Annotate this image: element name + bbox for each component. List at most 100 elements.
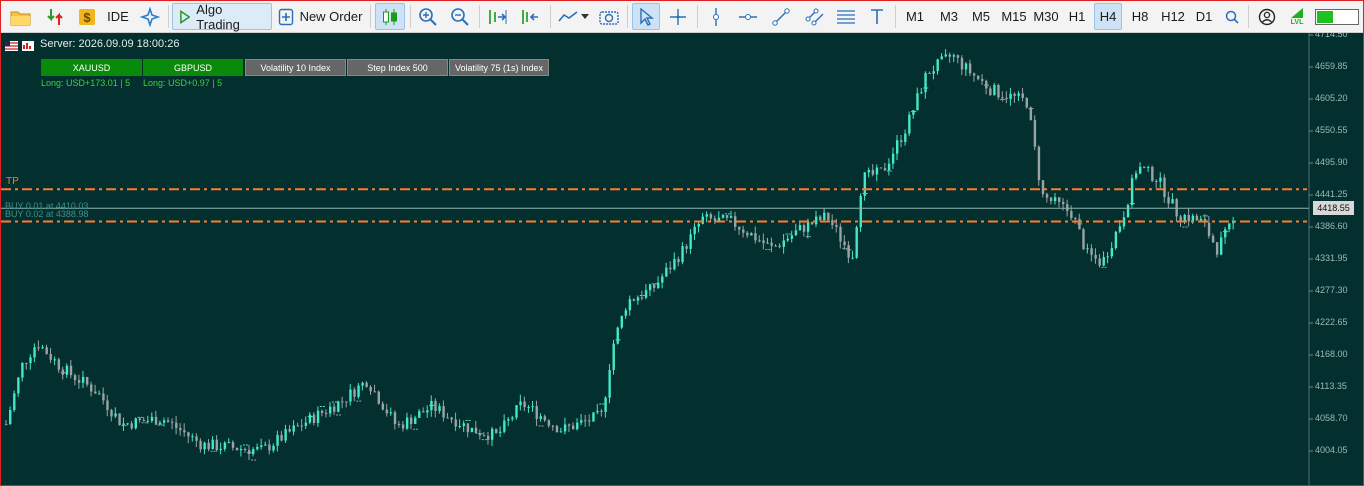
candle-body (284, 429, 287, 441)
candle-body (207, 442, 210, 450)
horizontal-line-icon[interactable] (734, 3, 762, 30)
cursor-arrow-icon[interactable] (632, 3, 660, 30)
candle-body (381, 403, 385, 410)
screenshot-camera-icon[interactable] (596, 3, 622, 30)
symbol-button-volatility-10[interactable]: Volatility 10 Index (245, 59, 346, 76)
candle-body (268, 444, 271, 451)
candle-body (543, 416, 547, 421)
search-icon[interactable] (1220, 3, 1244, 30)
candle-body (928, 72, 931, 74)
symbol-button-step-index-500[interactable]: Step Index 500 (347, 59, 448, 76)
candle-body (1224, 229, 1227, 238)
timeframe-h12[interactable]: H12 (1157, 3, 1189, 30)
candle-body (69, 365, 73, 376)
candle-body (1114, 231, 1118, 249)
symbol-button-gbpusd[interactable]: GBPUSD (143, 59, 243, 76)
play-icon (180, 9, 191, 24)
candle-body (45, 347, 48, 355)
candle-body (98, 393, 101, 395)
open-folder-icon[interactable] (6, 3, 36, 30)
chart-shift-icon[interactable] (483, 3, 511, 30)
timeframe-m15[interactable]: M15 (998, 3, 1030, 30)
candle-body (685, 246, 688, 249)
candle-body (438, 406, 441, 412)
candle-body (252, 449, 255, 454)
algo-trading-button[interactable]: Algo Trading (172, 2, 272, 32)
candle-body (887, 163, 891, 171)
candle-body (697, 223, 700, 227)
candle-body (604, 397, 607, 412)
candlestick-chart-icon[interactable] (375, 3, 405, 30)
timeframe-m3[interactable]: M3 (934, 3, 964, 30)
candle-body (742, 229, 745, 233)
candle-body (1062, 201, 1065, 205)
candle-body (624, 310, 628, 316)
vertical-line-icon[interactable] (702, 3, 730, 30)
timeframe-m1[interactable]: M1 (900, 3, 930, 30)
timeframe-d1[interactable]: D1 (1190, 3, 1218, 30)
text-tool-icon[interactable] (864, 3, 890, 30)
auto-scroll-icon[interactable] (515, 3, 545, 30)
timeframe-m30[interactable]: M30 (1030, 3, 1062, 30)
symbol-button-volatility-75-1s[interactable]: Volatility 75 (1s) Index (449, 59, 549, 76)
timeframe-m5[interactable]: M5 (966, 3, 996, 30)
ide-button[interactable]: IDE (104, 3, 132, 30)
candle-body (863, 172, 866, 196)
sparkle-icon[interactable] (136, 3, 164, 30)
candle-body (839, 226, 842, 242)
fibonacci-icon[interactable] (832, 3, 860, 30)
chart-area[interactable]: Server: 2026.09.09 18:00:26 XAUUSD GBPUS… (1, 33, 1363, 485)
candle-body (292, 425, 295, 432)
candle-body (353, 389, 356, 397)
account-icon[interactable] (1254, 3, 1280, 30)
candle-body (738, 226, 741, 230)
channel-icon[interactable] (800, 3, 830, 30)
candle-body (636, 297, 640, 301)
candle-body (754, 233, 757, 241)
candle-body (373, 391, 376, 393)
candle-body (891, 153, 895, 164)
candle-body (1147, 166, 1150, 168)
y-tick-label: 4441.25 (1315, 189, 1348, 199)
candle-body (203, 442, 206, 450)
candle-body (17, 377, 20, 394)
candle-body (458, 426, 461, 428)
timeframe-h8[interactable]: H8 (1126, 3, 1154, 30)
symbol-button-xauusd[interactable]: XAUUSD (41, 59, 142, 76)
price-chart[interactable] (1, 33, 1363, 485)
market-watch-icon[interactable] (40, 3, 70, 30)
candle-body (580, 420, 583, 423)
candle-body (1171, 199, 1174, 204)
crosshair-icon[interactable] (664, 3, 692, 30)
timeframe-h4[interactable]: H4 (1094, 3, 1122, 30)
flag-icon (5, 39, 35, 57)
dollar-icon[interactable]: $ (74, 3, 100, 30)
candle-body (308, 414, 312, 423)
candle-body (640, 297, 644, 299)
candle-body (1033, 119, 1037, 147)
candle-body (721, 215, 725, 218)
trendline-icon[interactable] (766, 3, 796, 30)
candle-body (527, 407, 530, 409)
candle-body (985, 80, 988, 89)
candle-body (628, 299, 632, 311)
candle-body (1183, 214, 1186, 221)
candle-body (806, 222, 810, 232)
candle-body (555, 425, 559, 433)
candle-body (515, 405, 518, 418)
candle-body (142, 419, 146, 422)
candle-body (875, 167, 879, 175)
zoom-out-icon[interactable] (446, 3, 474, 30)
candle-body (183, 430, 186, 433)
timeframe-h1[interactable]: H1 (1063, 3, 1091, 30)
indicators-dropdown[interactable] (554, 3, 592, 30)
candle-body (1118, 226, 1122, 232)
zoom-in-icon[interactable] (414, 3, 442, 30)
candle-body (389, 412, 393, 414)
candle-body (932, 71, 935, 74)
candle-body (466, 423, 470, 433)
candle-body (677, 258, 680, 263)
candle-body (576, 422, 579, 430)
candle-body (871, 170, 875, 175)
new-order-button[interactable]: New Order (276, 3, 364, 30)
